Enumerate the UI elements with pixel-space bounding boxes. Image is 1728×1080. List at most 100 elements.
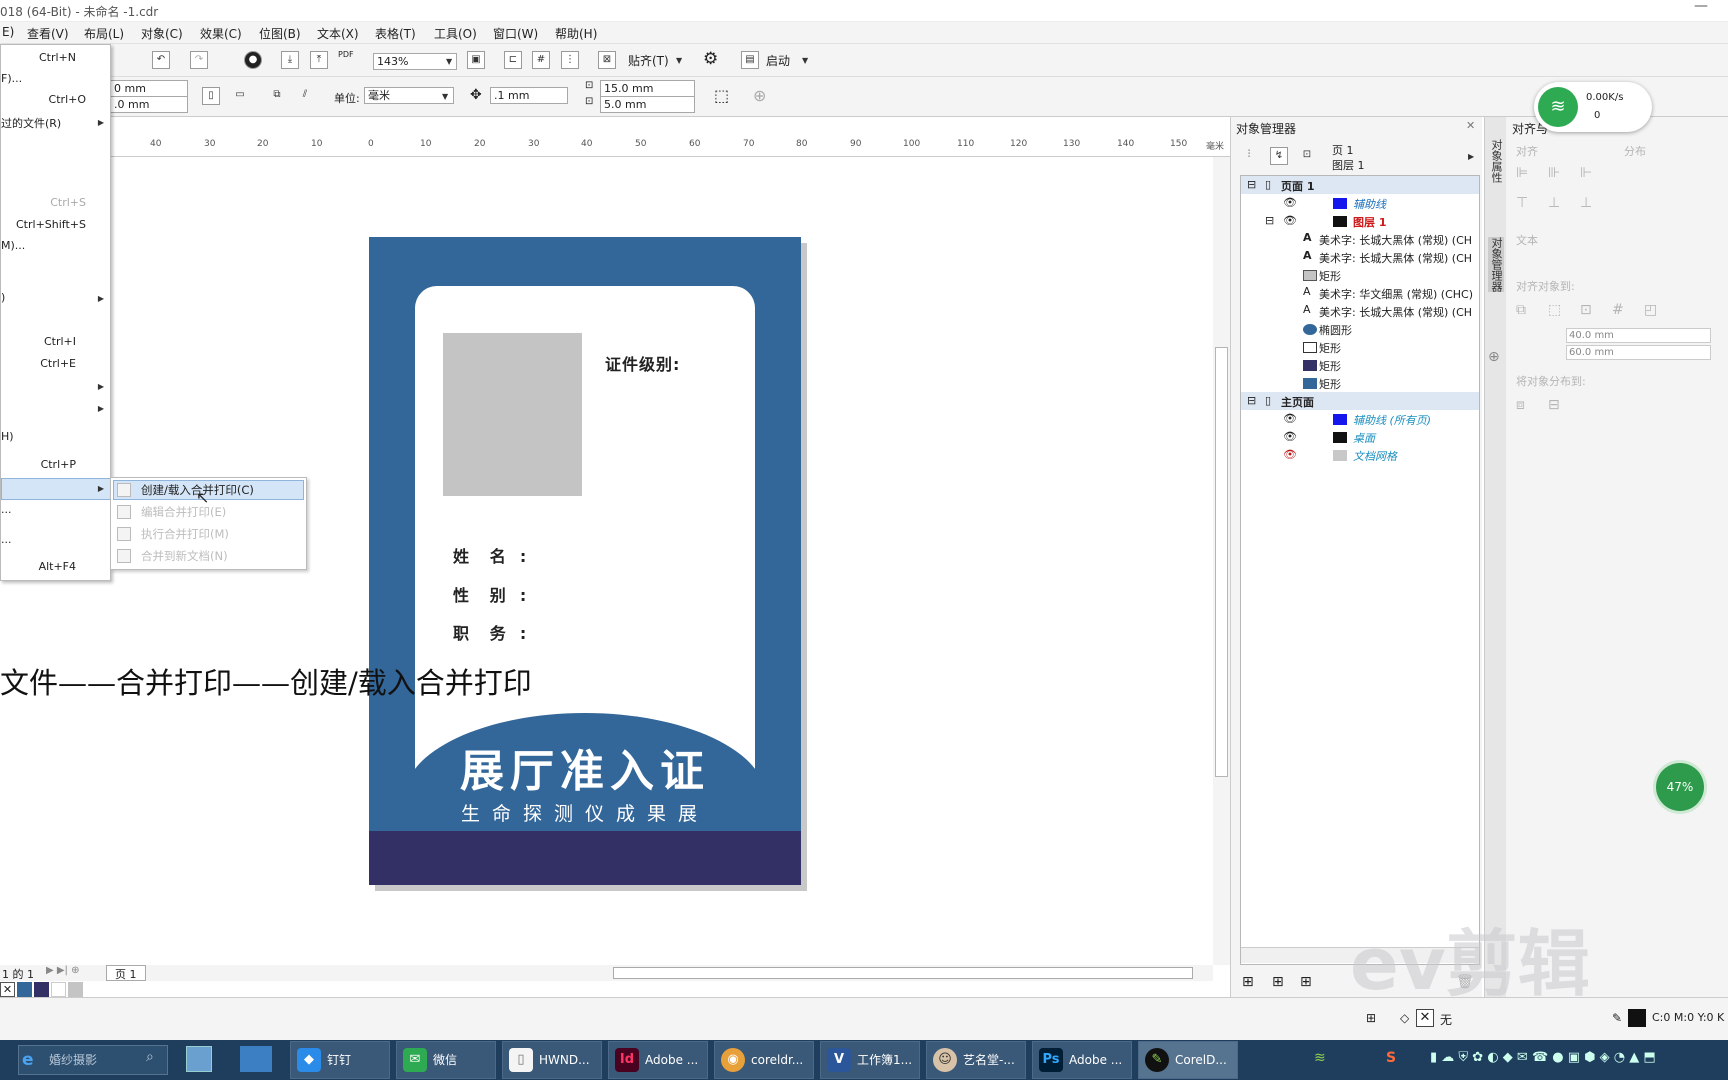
specified-point-icon[interactable]: ◰ (1644, 302, 1657, 318)
collapse-icon[interactable]: ⊟ (1247, 178, 1256, 191)
menu-item-import[interactable]: Ctrl+I (44, 335, 76, 348)
menu-item-print-merge[interactable]: ▶ (1, 478, 111, 500)
tree-layer-1[interactable]: ⊟ 👁 图层 1 (1241, 212, 1479, 230)
vertical-scrollbar[interactable] (1213, 157, 1230, 965)
align-center-icon[interactable]: ⊪ (1548, 165, 1560, 181)
system-tray-icons[interactable]: ▮ ☁ ⛨ ✿ ◐ ◆ ✉ ☎ ● ▣ ⬢ ◈ ◔ ▲ ⬒ (1430, 1050, 1656, 1065)
name-label[interactable]: 姓 名 : (453, 543, 527, 567)
tree-object[interactable]: 矩形 (1241, 338, 1479, 356)
edge-icon[interactable]: e (22, 1050, 34, 1070)
menu-item-edit-merge[interactable]: 编辑合并打印(E) (141, 504, 226, 520)
menu-item-print-preview[interactable]: ... (1, 503, 12, 516)
all-pages-icon[interactable]: ⧉ (268, 87, 286, 105)
input-method-icon[interactable]: S (1386, 1050, 1396, 1066)
launch-dropdown[interactable]: 启动 (766, 52, 790, 69)
active-objects-icon[interactable]: ⧉ (1516, 302, 1526, 318)
level-label[interactable]: 证件级别: (605, 351, 680, 375)
wifi-tray-icon[interactable]: ≋ (1314, 1050, 1326, 1066)
menu-item-save[interactable]: Ctrl+S (50, 196, 86, 209)
add-docker-icon[interactable]: ⊕ (1488, 349, 1500, 365)
tree-object[interactable]: A 美术字: 华文细黑 (常规) (CHC) (1241, 284, 1479, 302)
menu-tools[interactable]: 工具(O) (434, 25, 477, 42)
zoom-dropdown-icon[interactable]: ▼ (446, 57, 452, 66)
menu-item-from-template[interactable]: F)... (1, 72, 22, 85)
taskbar-app-coreldraw[interactable]: ✎ CorelD... (1138, 1041, 1238, 1079)
color-swatch[interactable] (34, 982, 49, 997)
menu-item-perform-merge[interactable]: 执行合并打印(M) (141, 526, 229, 542)
gender-label[interactable]: 性 别 : (453, 582, 527, 606)
menu-item-save-as[interactable]: Ctrl+Shift+S (16, 218, 86, 231)
add-icon[interactable]: ⊕ (753, 86, 766, 105)
snap-to-dropdown[interactable]: 贴齐(T) (628, 52, 669, 69)
layer-manager-view-icon[interactable]: ⊡ (1298, 147, 1316, 165)
search-content-icon[interactable]: ● (244, 51, 262, 69)
options-icon[interactable]: ⫶ (1240, 147, 1258, 165)
menu-layout[interactable]: 布局(L) (84, 25, 124, 42)
menu-item-open[interactable]: Ctrl+O (49, 93, 86, 106)
page-tab[interactable]: 页 1 (106, 965, 146, 981)
card-title[interactable]: 展厅准入证 (369, 735, 801, 799)
distribute-page-icon[interactable]: ⊟ (1548, 397, 1560, 413)
menu-item-export-html[interactable]: H) (1, 430, 14, 443)
unit-select[interactable]: 毫米 (364, 87, 454, 104)
tree-master-guides[interactable]: 👁 辅助线 (所有页) (1241, 410, 1479, 428)
menu-item-new[interactable]: Ctrl+N (39, 51, 76, 64)
tree-master-desktop[interactable]: 👁 桌面 (1241, 428, 1479, 446)
menu-item-acquire[interactable]: ) (1, 291, 5, 304)
eye-icon[interactable]: 👁 (1283, 214, 1297, 227)
menu-item-export[interactable]: Ctrl+E (40, 357, 76, 370)
page-edge-icon[interactable]: ⬚ (1548, 302, 1561, 318)
card-bottom-band[interactable] (369, 831, 801, 885)
menu-edit[interactable]: E) (2, 25, 14, 39)
height-input[interactable]: .0 mm (110, 96, 188, 113)
tree-layer-guides[interactable]: 👁 辅助线 (1241, 194, 1479, 212)
menu-view[interactable]: 查看(V) (27, 25, 69, 42)
tab-object-manager[interactable]: 对象管理器 (1488, 237, 1504, 292)
taskbar-app-hwnd[interactable]: ▯ HWND... (502, 1041, 602, 1079)
launch-icon[interactable]: ▤ (741, 51, 759, 69)
taskbar-app-workbook[interactable]: V 工作簿1... (820, 1041, 920, 1079)
eye-icon[interactable]: 👁 (1283, 430, 1297, 443)
taskbar-app-coreldraw-file[interactable]: ◉ coreldr... (714, 1041, 814, 1079)
tab-object-properties[interactable]: 对象属性 (1488, 139, 1504, 183)
gear-icon[interactable]: ⚙ (703, 49, 718, 69)
y-coordinate-input[interactable]: 60.0 mm (1566, 345, 1711, 360)
memory-usage-badge[interactable]: 47% (1656, 763, 1704, 811)
menu-help[interactable]: 帮助(H) (555, 25, 597, 42)
nudge-distance-input[interactable]: .1 mm (490, 87, 568, 104)
unit-dropdown-icon[interactable]: ▼ (442, 92, 448, 101)
menu-item-properties[interactable]: ... (1, 533, 12, 546)
taskbar-app-photoshop[interactable]: Ps Adobe ... (1032, 1041, 1132, 1079)
x-coordinate-input[interactable]: 40.0 mm (1566, 328, 1711, 343)
photo-placeholder[interactable] (443, 333, 582, 496)
align-bottom-icon[interactable]: ⊥ (1580, 195, 1592, 211)
color-swatch[interactable] (68, 982, 83, 997)
snap-icon[interactable]: ⊠ (598, 51, 616, 69)
role-label[interactable]: 职 务 : (453, 620, 527, 644)
menu-effects[interactable]: 效果(C) (200, 25, 242, 42)
redo-icon[interactable]: ↷ (190, 51, 208, 69)
tree-object[interactable]: A 美术字: 长城大黑体 (常规) (CH (1241, 302, 1479, 320)
current-page-icon[interactable]: ⫽ (296, 87, 314, 105)
tree-master-page[interactable]: ⊟ ▯ 主页面 (1241, 392, 1479, 410)
tree-page-1[interactable]: ⊟ ▯ 页面 1 (1241, 176, 1479, 194)
horizontal-scrollbar[interactable] (595, 965, 1213, 981)
fill-icon[interactable]: ⊞ (1366, 1011, 1376, 1025)
export-icon[interactable]: ⤒ (310, 51, 328, 69)
portrait-icon[interactable]: ▯ (202, 87, 220, 105)
search-icon[interactable]: ⌕ (146, 1049, 154, 1065)
tree-object[interactable]: 矩形 (1241, 266, 1479, 284)
show-guidelines-icon[interactable]: ⋮ (561, 51, 579, 69)
tree-object[interactable]: A 美术字: 长城大黑体 (常规) (CH (1241, 230, 1479, 248)
menu-item-recent-files[interactable]: 过的文件(R) (1, 115, 61, 131)
menu-table[interactable]: 表格(T) (375, 25, 416, 42)
align-left-icon[interactable]: ⊫ (1516, 165, 1528, 181)
full-screen-icon[interactable]: ▣ (467, 51, 485, 69)
new-layer-icon[interactable]: ⊞ (1242, 974, 1254, 990)
vertical-scroll-thumb[interactable] (1215, 347, 1228, 777)
desktop-icon[interactable] (240, 1046, 272, 1072)
menu-text[interactable]: 文本(X) (317, 25, 359, 42)
taskbar-app-yimingtang[interactable]: ☺ 艺名堂-... (926, 1041, 1026, 1079)
show-grid-icon[interactable]: # (532, 51, 550, 69)
card-subtitle[interactable]: 生命探测仪成果展 (369, 799, 801, 826)
